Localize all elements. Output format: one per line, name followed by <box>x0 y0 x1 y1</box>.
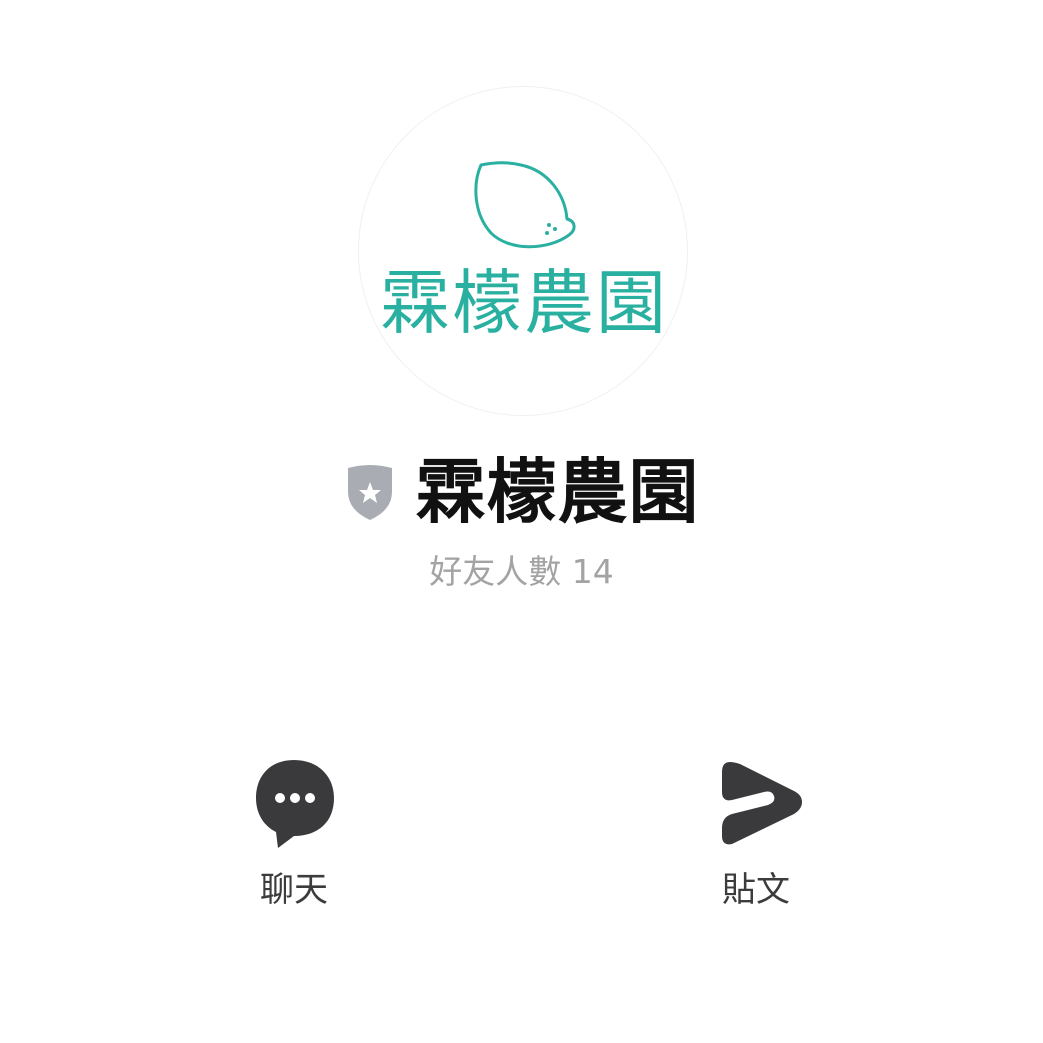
account-name: 霖檬農園 <box>415 451 700 533</box>
avatar-brand-text: 霖檬農園 <box>380 262 668 344</box>
post-button[interactable]: 貼文 <box>696 752 816 914</box>
lemon-logo-icon <box>474 161 576 249</box>
shield-star-icon <box>347 465 392 520</box>
chat-button[interactable]: 聊天 <box>234 752 354 914</box>
profile-avatar[interactable]: 霖檬農園 <box>358 86 688 416</box>
post-label: 貼文 <box>722 870 790 910</box>
play-post-icon <box>722 762 802 845</box>
chat-bubble-icon <box>256 760 334 848</box>
friends-count: 好友人數 14 <box>429 552 614 591</box>
chat-label: 聊天 <box>260 870 328 910</box>
profile-page: 霖檬農園 霖檬農園 好友人數 14 聊天 貼文 <box>0 0 1043 1043</box>
account-name-row: 霖檬農園 <box>0 452 1043 532</box>
